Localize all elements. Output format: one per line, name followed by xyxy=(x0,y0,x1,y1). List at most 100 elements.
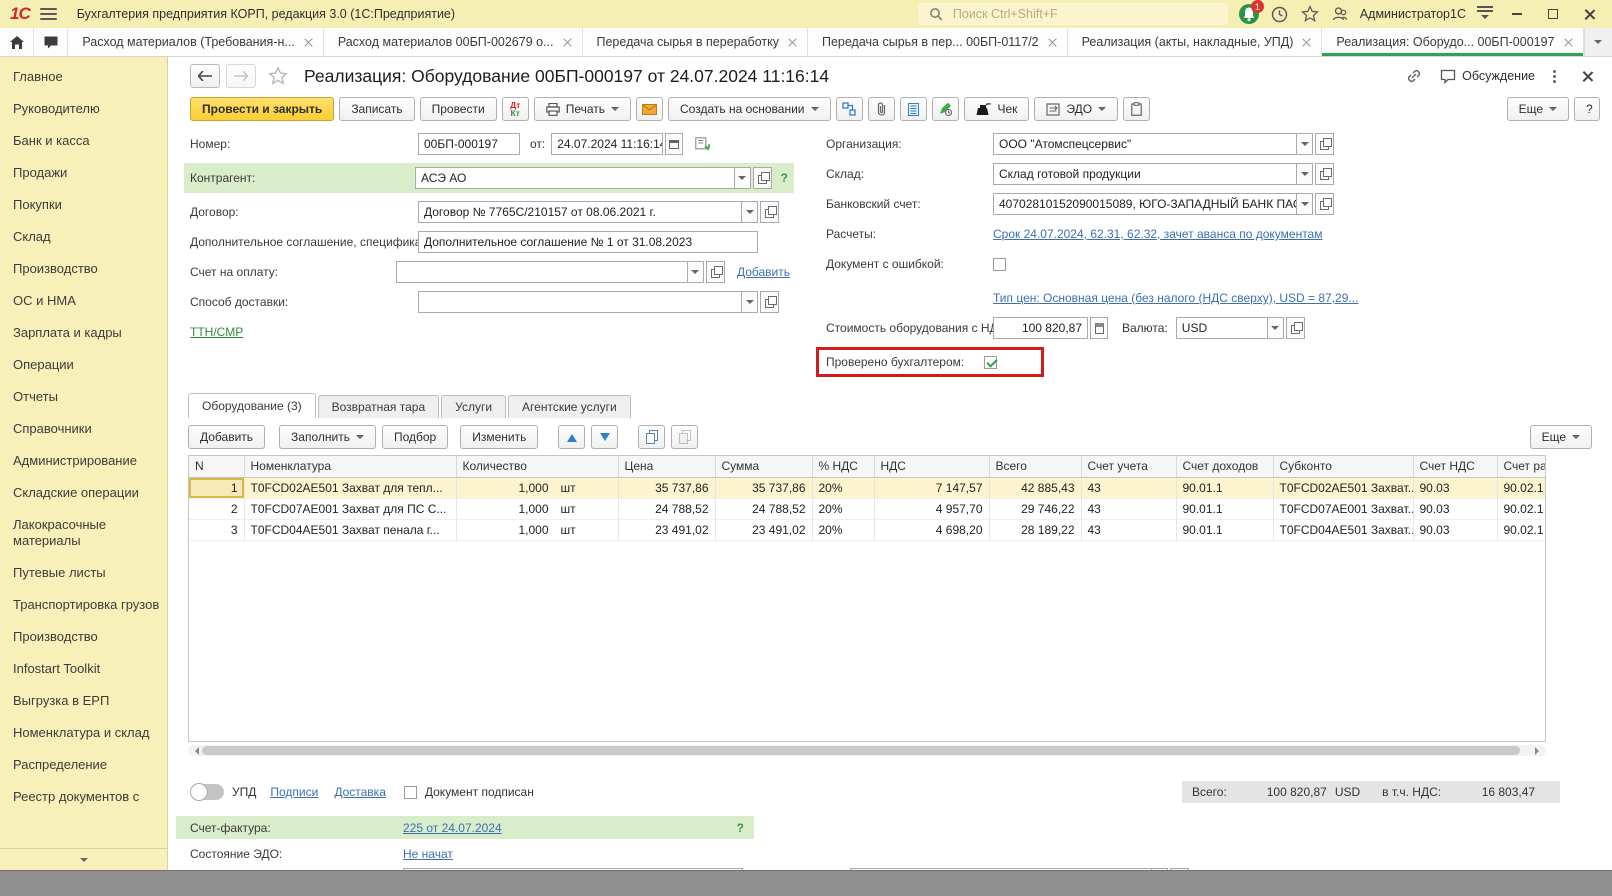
table-cell[interactable]: 24 788,52 xyxy=(618,498,715,519)
upd-toggle[interactable] xyxy=(190,784,224,800)
window-minimize-button[interactable] xyxy=(1504,4,1530,24)
dt-kt-postings-button[interactable]: ДтКт xyxy=(502,97,529,121)
column-header[interactable]: Счет доходов xyxy=(1176,456,1273,477)
sidebar-item[interactable]: Руководителю xyxy=(0,93,167,125)
responsible-input[interactable]: Макаренко Н.М. xyxy=(850,868,1168,870)
open-currency-icon[interactable] xyxy=(1286,317,1305,339)
error-doc-checkbox[interactable] xyxy=(993,258,1006,271)
sidebar-item[interactable]: Банк и касса xyxy=(0,125,167,157)
table-cell[interactable]: 42 885,43 xyxy=(989,477,1081,498)
row-move-down-button[interactable] xyxy=(591,425,618,449)
table-cell[interactable]: 90.02.1 xyxy=(1497,477,1546,498)
delivery-method-input[interactable] xyxy=(418,291,758,313)
sheet-tab[interactable]: Агентские услуги xyxy=(508,395,631,418)
check-receipt-button[interactable]: Чек xyxy=(964,97,1030,121)
sidebar-item[interactable]: Лакокрасочные материалы xyxy=(0,509,167,557)
table-cell[interactable]: 1,000шт xyxy=(456,498,618,519)
column-header[interactable]: N xyxy=(189,456,244,477)
sidebar-item[interactable]: Путевые листы xyxy=(0,557,167,589)
column-header[interactable]: Цена xyxy=(618,456,715,477)
form-close-icon[interactable] xyxy=(1574,66,1600,86)
calendar-icon[interactable] xyxy=(665,133,683,155)
addendum-input[interactable]: Дополнительное соглашение № 1 от 31.08.2… xyxy=(418,231,758,253)
window-tab[interactable]: Передача сырья в пер... 00БП-0117/2 xyxy=(808,28,1068,56)
table-cell[interactable]: 43 xyxy=(1081,519,1176,540)
sidebar-item[interactable]: Покупки xyxy=(0,189,167,221)
sidebar-item[interactable]: Администрирование xyxy=(0,445,167,477)
table-cell[interactable]: 4 698,20 xyxy=(874,519,989,540)
table-cell[interactable]: 23 491,02 xyxy=(618,519,715,540)
price-type-link[interactable]: Тип цен: Основная цена (без налого (НДС … xyxy=(993,291,1358,305)
row-pick-button[interactable]: Подбор xyxy=(382,425,448,449)
send-email-button[interactable] xyxy=(636,97,663,121)
column-header[interactable]: Счет учета xyxy=(1081,456,1176,477)
sidebar-item[interactable]: ОС и НМА xyxy=(0,285,167,317)
open-warehouse-icon[interactable] xyxy=(1315,163,1334,185)
sidebar-item[interactable]: Операции xyxy=(0,349,167,381)
table-cell[interactable]: 90.01.1 xyxy=(1176,477,1273,498)
table-cell[interactable]: 2 xyxy=(189,498,244,519)
service-menu-icon[interactable] xyxy=(1476,6,1494,23)
counterparty-input[interactable]: АСЭ АО xyxy=(415,167,751,189)
column-header[interactable]: Счет НДС xyxy=(1413,456,1497,477)
table-cell[interactable]: 7 147,57 xyxy=(874,477,989,498)
table-cell[interactable]: 90.03 xyxy=(1413,519,1497,540)
settlements-link[interactable]: Срок 24.07.2024, 62.31, 62.32, зачет ава… xyxy=(993,227,1322,241)
history-icon[interactable] xyxy=(1270,4,1290,24)
open-delivery-icon[interactable] xyxy=(760,291,779,313)
dropdown-icon[interactable] xyxy=(1296,163,1313,185)
discussion-button[interactable]: Обсуждение xyxy=(1440,69,1535,84)
dropdown-icon[interactable] xyxy=(734,167,751,189)
table-row[interactable]: 1T0FCD02AE501 Захват для тепл...1,000шт3… xyxy=(189,477,1546,498)
table-cell[interactable]: 24 788,52 xyxy=(715,498,812,519)
sidebar-item[interactable]: Продажи xyxy=(0,157,167,189)
edo-button[interactable]: ЭДО xyxy=(1034,97,1118,121)
favorite-star-icon[interactable] xyxy=(268,66,288,86)
get-link-icon[interactable] xyxy=(1404,66,1424,86)
calculator-icon[interactable] xyxy=(1090,317,1108,339)
table-cell[interactable]: 35 737,86 xyxy=(715,477,812,498)
column-header[interactable]: НДС xyxy=(874,456,989,477)
create-based-on-button[interactable]: Создать на основании xyxy=(668,97,831,121)
column-header[interactable]: Сумма xyxy=(715,456,812,477)
table-cell[interactable]: T0FCD02AE501 Захват для тепл... xyxy=(244,477,456,498)
bank-account-input[interactable]: 40702810152090015089, ЮГО-ЗАПАДНЫЙ БАНК … xyxy=(993,193,1313,215)
sidebar-item[interactable]: Справочники xyxy=(0,413,167,445)
dropdown-icon[interactable] xyxy=(687,261,704,283)
document-structure-button[interactable] xyxy=(836,97,863,121)
column-header[interactable]: % НДС xyxy=(812,456,874,477)
add-invoice-link[interactable]: Добавить xyxy=(737,265,790,279)
sidebar-item[interactable]: Производство xyxy=(0,621,167,653)
table-cell[interactable]: T0FCD07AE001 Захват для ПС С... xyxy=(244,498,456,519)
sign-button[interactable] xyxy=(932,97,959,121)
table-cell[interactable]: 90.01.1 xyxy=(1176,519,1273,540)
row-edit-button[interactable]: Изменить xyxy=(460,425,538,449)
dropdown-icon[interactable] xyxy=(1296,193,1313,215)
counterparty-help-link[interactable]: ? xyxy=(781,171,788,185)
home-icon[interactable] xyxy=(0,28,34,56)
main-menu-icon[interactable] xyxy=(40,8,57,20)
number-input[interactable]: 00БП-000197 xyxy=(418,133,520,155)
open-responsible-icon[interactable] xyxy=(1170,868,1189,870)
window-tab[interactable]: Расход материалов 00БП-002679 о... xyxy=(324,28,583,56)
sheet-tab[interactable]: Услуги xyxy=(441,395,506,418)
table-cell[interactable]: 1,000шт xyxy=(456,519,618,540)
global-search-input[interactable]: Поиск Ctrl+Shift+F xyxy=(918,3,1228,25)
post-button[interactable]: Провести xyxy=(420,97,497,121)
open-contract-icon[interactable] xyxy=(760,201,779,223)
table-horizontal-scrollbar[interactable] xyxy=(188,745,1546,756)
sheet-tab[interactable]: Оборудование (3) xyxy=(188,393,316,418)
table-cell[interactable]: T0FCD04AE501 Захват пенала г... xyxy=(244,519,456,540)
signatures-link[interactable]: Подписи xyxy=(270,785,318,799)
table-cell[interactable]: 20% xyxy=(812,477,874,498)
table-cell[interactable]: 90.01.1 xyxy=(1176,498,1273,519)
tab-close-icon[interactable] xyxy=(1302,38,1311,47)
ttn-cmr-link[interactable]: ТТН/СМР xyxy=(190,325,243,339)
table-cell[interactable]: 90.03 xyxy=(1413,498,1497,519)
open-counterparty-icon[interactable] xyxy=(753,167,772,189)
help-button[interactable]: ? xyxy=(1574,97,1600,121)
checked-by-accountant-checkbox[interactable] xyxy=(984,356,997,369)
current-user-name[interactable]: Администратор1С xyxy=(1360,7,1466,21)
table-cell[interactable]: T0FCD04AE501 Захват... xyxy=(1273,519,1413,540)
row-move-up-button[interactable] xyxy=(558,425,585,449)
